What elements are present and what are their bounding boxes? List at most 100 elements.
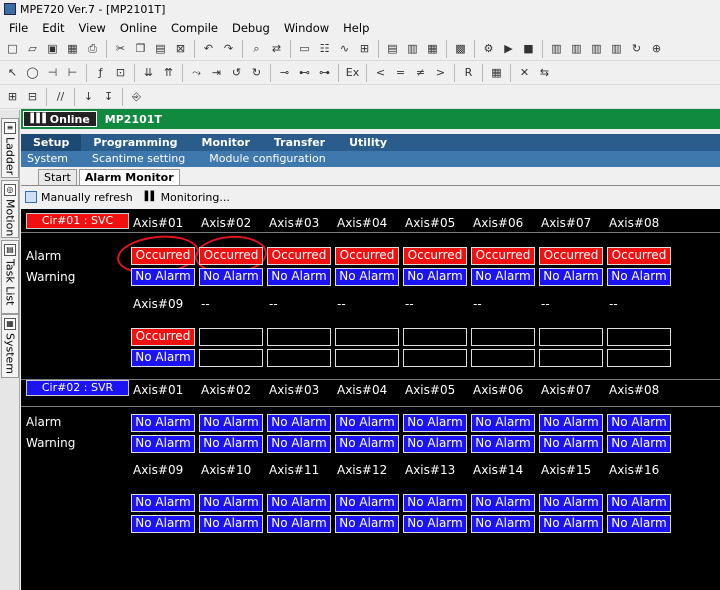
- compile-icon[interactable]: ⚙: [480, 40, 497, 57]
- undo-icon[interactable]: ↶: [200, 40, 217, 57]
- swap-icon[interactable]: ⇆: [536, 64, 553, 81]
- monitor-icon[interactable]: ▭: [296, 40, 313, 57]
- submenu-module-config[interactable]: Module configuration: [203, 151, 331, 167]
- alarm-status: No Alarm: [199, 494, 263, 512]
- alarm-status: No Alarm: [335, 414, 399, 432]
- menu-online[interactable]: Online: [113, 21, 164, 35]
- paste-icon[interactable]: ▤: [152, 40, 169, 57]
- cpu-name: MP2101T: [104, 112, 162, 126]
- alarm-status: Occurred: [131, 247, 195, 265]
- save-icon[interactable]: ▣: [44, 40, 61, 57]
- print-icon[interactable]: ⎙: [84, 40, 101, 57]
- submenu-scantime[interactable]: Scantime setting: [86, 151, 191, 167]
- warning-status: [199, 349, 263, 367]
- row-delete-icon[interactable]: ⊟: [24, 88, 41, 105]
- stop-icon[interactable]: ■: [520, 40, 537, 57]
- module-icon[interactable]: ▥: [548, 40, 565, 57]
- ne-icon[interactable]: ≠: [412, 64, 429, 81]
- submenu-system[interactable]: System: [21, 151, 74, 167]
- side-tab-system[interactable]: ▦ System: [1, 314, 19, 378]
- window-v-icon[interactable]: ▥: [404, 40, 421, 57]
- axis-label: Axis#03: [269, 383, 320, 397]
- menu-window[interactable]: Window: [277, 21, 336, 35]
- lt-icon[interactable]: <: [372, 64, 389, 81]
- toolbar-standard: □ ▱ ▣ ▦ ⎙ ✂ ❐ ▤ ⊠ ↶ ↷ ⌕ ⇄ ▭ ☷ ∿ ⊞ ▤ ▥ ▦ ▩ ⚙ ▶ ■ ▥ ▥ ▥ ▥ ↻ ⊕: [0, 37, 720, 61]
- edge-icon[interactable]: ⊸: [276, 64, 293, 81]
- tab-alarm-monitor[interactable]: Alarm Monitor: [78, 169, 180, 185]
- redo-icon[interactable]: ↷: [220, 40, 237, 57]
- alarm-status: No Alarm: [403, 414, 467, 432]
- loop2-icon[interactable]: ↻: [248, 64, 265, 81]
- module-menu-transfer[interactable]: Transfer: [262, 134, 337, 151]
- module-menu-monitor[interactable]: Monitor: [190, 134, 262, 151]
- branch-icon[interactable]: ⊢: [64, 64, 81, 81]
- new-file-icon[interactable]: □: [4, 40, 21, 57]
- call-icon[interactable]: ⇥: [208, 64, 225, 81]
- find-icon[interactable]: ⌕: [248, 40, 265, 57]
- module-menu-utility[interactable]: Utility: [337, 134, 399, 151]
- menu-view[interactable]: View: [72, 21, 113, 35]
- up-arrows-icon[interactable]: ⇈: [160, 64, 177, 81]
- toolbar-separator: [542, 39, 543, 58]
- function-icon[interactable]: ƒ: [92, 64, 109, 81]
- gt-icon[interactable]: >: [432, 64, 449, 81]
- menu-compile[interactable]: Compile: [164, 21, 225, 35]
- manual-refresh-button[interactable]: Manually refresh: [41, 191, 133, 204]
- alarm-status: No Alarm: [471, 414, 535, 432]
- alarm-status: [267, 328, 331, 346]
- jump-icon[interactable]: ⤳: [188, 64, 205, 81]
- cut-icon[interactable]: ✂: [112, 40, 129, 57]
- contact-icon[interactable]: ⊣: [44, 64, 61, 81]
- menu-edit[interactable]: Edit: [35, 21, 71, 35]
- menu-debug[interactable]: Debug: [225, 21, 277, 35]
- trace-icon[interactable]: ∿: [336, 40, 353, 57]
- comment-icon[interactable]: //: [52, 88, 69, 105]
- zoom-icon[interactable]: ⊕: [648, 40, 665, 57]
- pin-icon[interactable]: ↓: [80, 88, 97, 105]
- menu-help[interactable]: Help: [336, 21, 376, 35]
- monitoring-button[interactable]: Monitoring...: [161, 191, 230, 204]
- tuning-icon[interactable]: ⊞: [356, 40, 373, 57]
- io-icon[interactable]: ⎆: [128, 88, 145, 105]
- menu-file[interactable]: File: [2, 21, 35, 35]
- refresh-icon[interactable]: [25, 191, 37, 203]
- rchk-icon[interactable]: R: [460, 64, 477, 81]
- layout-icon[interactable]: ▩: [452, 40, 469, 57]
- side-tab-ladder[interactable]: ≡ Ladder: [1, 118, 19, 178]
- loop-icon[interactable]: ↺: [228, 64, 245, 81]
- tab-start[interactable]: Start: [38, 169, 77, 185]
- coil-icon[interactable]: ◯: [24, 64, 41, 81]
- save-all-icon[interactable]: ▦: [64, 40, 81, 57]
- module3-icon[interactable]: ▥: [588, 40, 605, 57]
- row-insert-icon[interactable]: ⊞: [4, 88, 21, 105]
- bit-icon[interactable]: ✕: [516, 64, 533, 81]
- down-arrows-icon[interactable]: ⇊: [140, 64, 157, 81]
- eq-icon[interactable]: =: [392, 64, 409, 81]
- open-folder-icon[interactable]: ▱: [24, 40, 41, 57]
- window-h-icon[interactable]: ▤: [384, 40, 401, 57]
- module-menu-setup[interactable]: Setup: [21, 134, 82, 151]
- copy-icon[interactable]: ❐: [132, 40, 149, 57]
- edge3-icon[interactable]: ⊶: [316, 64, 333, 81]
- expression-icon[interactable]: Ex: [344, 64, 361, 81]
- warning-status: No Alarm: [335, 268, 399, 286]
- replace-icon[interactable]: ⇄: [268, 40, 285, 57]
- grid-icon[interactable]: ▦: [424, 40, 441, 57]
- side-tab-motion[interactable]: ◎ Motion: [1, 180, 19, 238]
- cursor-icon[interactable]: ↖: [4, 64, 21, 81]
- ladder-icon[interactable]: ☷: [316, 40, 333, 57]
- side-tab-tasklist[interactable]: ▤ Task List: [1, 240, 19, 314]
- module-menu-programming[interactable]: Programming: [81, 134, 189, 151]
- run-icon[interactable]: ▶: [500, 40, 517, 57]
- edge2-icon[interactable]: ⊷: [296, 64, 313, 81]
- module2-icon[interactable]: ▥: [568, 40, 585, 57]
- compare-icon[interactable]: ⊡: [112, 64, 129, 81]
- alarm-status: No Alarm: [403, 494, 467, 512]
- table-icon[interactable]: ▦: [488, 64, 505, 81]
- axis-label: Axis#04: [337, 383, 388, 397]
- alarm-status: [539, 328, 603, 346]
- refresh-icon[interactable]: ↻: [628, 40, 645, 57]
- module4-icon[interactable]: ▥: [608, 40, 625, 57]
- pin2-icon[interactable]: ↧: [100, 88, 117, 105]
- online-edit-icon[interactable]: ⊠: [172, 40, 189, 57]
